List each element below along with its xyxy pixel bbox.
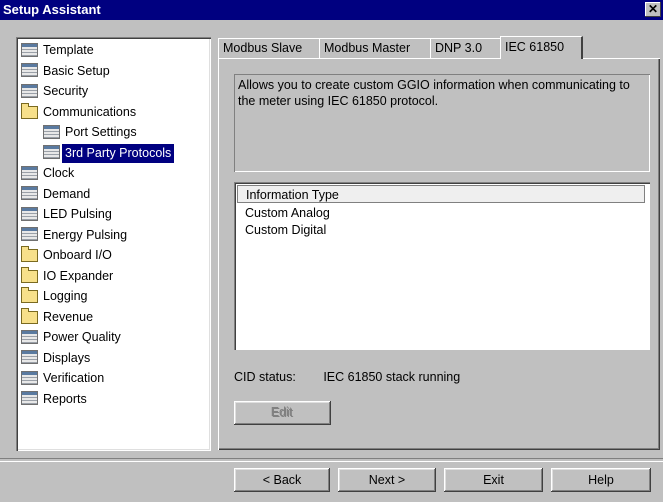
tree-item[interactable]: 3rd Party Protocols [43, 143, 175, 163]
tree-item-label: Revenue [43, 309, 94, 324]
tree-item-label: Port Settings [65, 125, 137, 139]
tree-item-label: LED Pulsing [43, 207, 112, 221]
tree-item[interactable]: IO Expander [21, 266, 116, 286]
information-type-list[interactable]: Information Type Custom Analog Custom Di… [234, 182, 650, 350]
folder-icon [21, 307, 38, 324]
page-icon [21, 83, 38, 98]
tree-item-label: Communications [43, 104, 137, 119]
page-icon [21, 350, 38, 365]
tree-item-label: Demand [43, 186, 91, 201]
page-icon [43, 124, 60, 139]
tree-item[interactable]: Communications [21, 102, 139, 122]
tree-item[interactable]: Port Settings [43, 123, 140, 142]
tree-item-label: Reports [43, 391, 87, 406]
tab-modbus-slave[interactable]: Modbus Slave [218, 38, 321, 58]
tab-dnp[interactable]: DNP 3.0 [430, 38, 502, 58]
tree-item[interactable]: Demand [21, 185, 93, 204]
cid-status-value: IEC 61850 stack running [323, 370, 461, 384]
tab-modbus-master[interactable]: Modbus Master [319, 38, 432, 58]
tree-item[interactable]: Basic Setup [21, 62, 113, 81]
folder-icon [21, 246, 38, 263]
tree-item-label: Displays [43, 350, 91, 365]
tab-dnp-label: DNP 3.0 [435, 41, 483, 55]
window-title: Setup Assistant [3, 2, 101, 17]
tree-item[interactable]: LED Pulsing [21, 205, 115, 224]
help-button[interactable]: Help [551, 468, 651, 492]
tab-iec-61850-label: IEC 61850 [505, 40, 565, 54]
tree-item-label: IO Expander [43, 268, 114, 283]
page-icon [21, 391, 38, 406]
folder-icon [21, 102, 38, 119]
tab-iec-61850[interactable]: IEC 61850 [500, 36, 583, 59]
list-item[interactable]: Custom Digital [245, 221, 326, 239]
page-icon [21, 186, 38, 201]
close-button[interactable]: ✕ [645, 2, 661, 17]
tab-modbus-master-label: Modbus Master [324, 41, 411, 55]
page-icon [21, 165, 38, 180]
tree-item[interactable]: Revenue [21, 307, 96, 327]
folder-icon [21, 287, 38, 304]
tree-item-label: Basic Setup [43, 63, 110, 78]
edit-button[interactable]: Edit [234, 401, 331, 425]
navigation-tree[interactable]: Template Basic Setup Security Communication… [16, 37, 211, 451]
tree-item[interactable]: Logging [21, 287, 91, 306]
tree-item-label: 3rd Party Protocols [62, 143, 175, 163]
tree-item[interactable]: Displays [21, 349, 93, 368]
tree-item[interactable]: Verification [21, 369, 107, 388]
tree-item-label: Onboard I/O [43, 248, 112, 262]
tree-item-label: Logging [43, 289, 88, 303]
tree-item-label: Template [43, 43, 94, 57]
tree-item-label: Verification [43, 371, 105, 385]
page-icon [21, 227, 38, 242]
tree-item[interactable]: Onboard I/O [21, 246, 115, 265]
list-item[interactable]: Custom Analog [245, 204, 330, 222]
tree-item-label: Clock [43, 166, 75, 180]
list-header-information-type[interactable]: Information Type [237, 185, 645, 203]
tree-item[interactable]: Security [21, 82, 91, 101]
title-bar: Setup Assistant ✕ [0, 0, 663, 20]
tree-item-label: Power Quality [43, 330, 121, 344]
cid-status: CID status: IEC 61850 stack running [234, 370, 460, 384]
tree-item[interactable]: Clock [21, 164, 77, 183]
folder-icon [21, 266, 38, 283]
back-button[interactable]: < Back [234, 468, 330, 492]
cid-status-label: CID status: [234, 370, 296, 384]
page-icon [21, 206, 38, 221]
tree-item-label: Security [43, 84, 89, 98]
tree-item-label: Energy Pulsing [43, 227, 128, 242]
tree-item[interactable]: Power Quality [21, 328, 124, 347]
page-icon [21, 63, 38, 78]
tree-item[interactable]: Reports [21, 390, 90, 409]
page-icon [21, 42, 38, 57]
exit-button[interactable]: Exit [444, 468, 543, 492]
tree-item[interactable]: Energy Pulsing [21, 226, 130, 245]
bottom-separator [0, 458, 663, 462]
page-icon [21, 329, 38, 344]
description-text: Allows you to create custom GGIO informa… [234, 74, 650, 172]
next-button[interactable]: Next > [338, 468, 436, 492]
tree-item[interactable]: Template [21, 41, 97, 60]
tab-modbus-slave-label: Modbus Slave [223, 41, 303, 55]
page-icon [43, 145, 60, 160]
page-icon [21, 370, 38, 385]
